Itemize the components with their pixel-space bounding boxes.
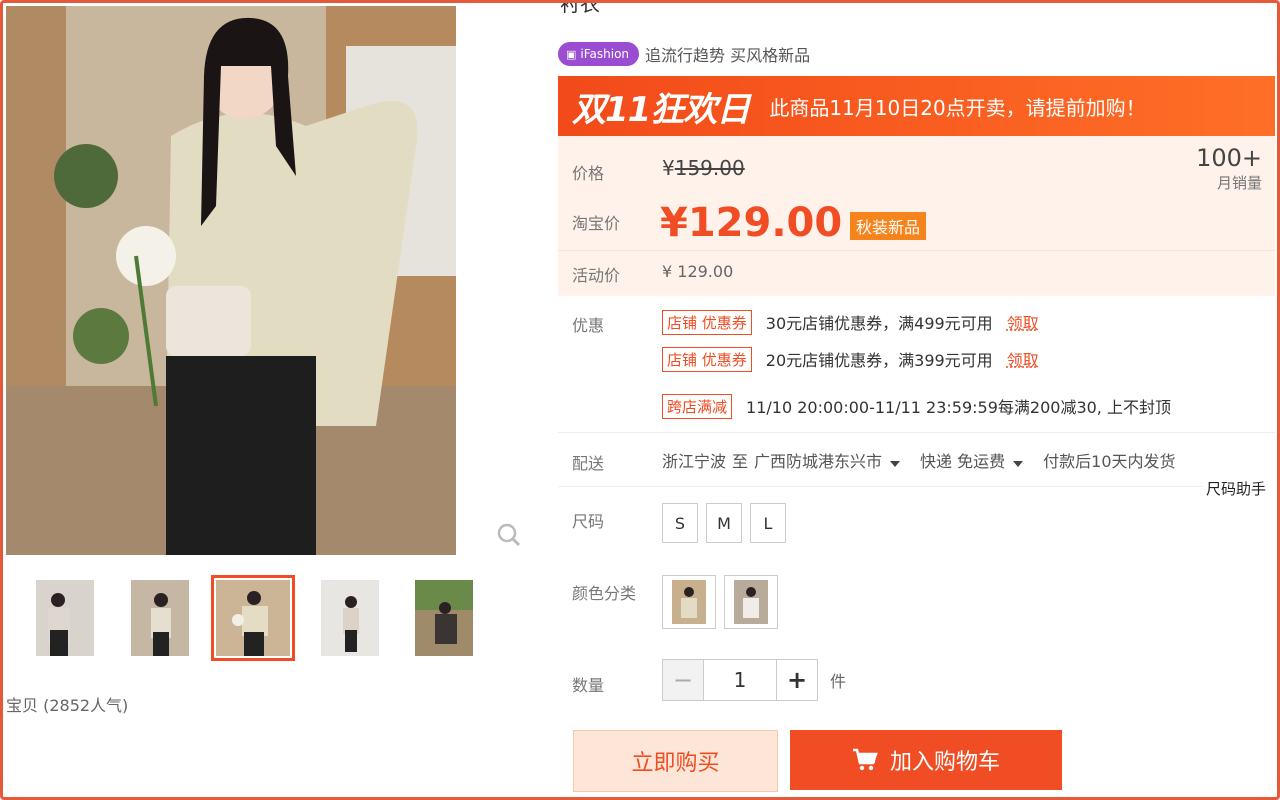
claim-coupon-link[interactable]: 领取: [1007, 347, 1039, 371]
zoom-icon[interactable]: [496, 522, 522, 548]
size-label: 尺码: [572, 512, 605, 531]
size-helper-link[interactable]: 尺码助手: [1206, 478, 1266, 499]
size-options: S M L: [662, 503, 786, 543]
product-title: 衬衣: [560, 0, 600, 16]
thumbnail-strip: [36, 575, 486, 661]
ship-to-word: 至: [732, 452, 749, 471]
thumbnail[interactable]: [131, 580, 189, 656]
promo-banner: 双11狂欢日 此商品11月10日20点开卖，请提前加购！: [558, 76, 1275, 136]
delivery-row: 浙江宁波 至 广西防城港东兴市 快递 免运费 付款后10天内发货: [662, 448, 1176, 472]
ship-to-value: 广西防城港东兴市: [754, 452, 883, 471]
ship-to-select[interactable]: 广西防城港东兴市: [754, 448, 914, 472]
add-to-cart-button[interactable]: 加入购物车: [790, 730, 1062, 790]
increase-quantity-button[interactable]: +: [776, 659, 818, 701]
shipping-method-select[interactable]: 快递 免运费: [920, 448, 1037, 472]
price-divider: [558, 250, 1275, 251]
brand-slogan: 追流行趋势 买风格新品: [645, 46, 811, 65]
monthly-sales: 100+ 月销量: [1196, 144, 1262, 193]
size-option-m[interactable]: M: [706, 503, 742, 543]
chevron-down-icon: [1013, 461, 1024, 467]
cart-icon: [852, 748, 878, 771]
quantity-stepper: − 1 + 件: [662, 659, 846, 701]
coupon-text: 20元店铺优惠券，满399元可用: [765, 351, 993, 370]
taobao-price-label: 淘宝价: [572, 214, 621, 233]
original-price-value: 159.00: [674, 156, 745, 180]
currency-symbol: ¥: [662, 156, 675, 180]
ifashion-badge[interactable]: ▣ iFashion: [558, 42, 640, 66]
divider: [558, 432, 1275, 433]
cross-store-text: 11/10 20:00:00-11/11 23:59:59每满200减30, 上…: [746, 398, 1171, 417]
taobao-price-value: 129.00: [687, 200, 843, 246]
ifashion-cat-icon: ▣: [566, 47, 577, 61]
chevron-down-icon: [890, 461, 901, 467]
add-to-cart-label: 加入购物车: [889, 750, 1000, 775]
coupon-row: 店铺 优惠券 20元店铺优惠券，满399元可用 领取: [662, 346, 1039, 372]
sales-label: 月销量: [1216, 174, 1262, 192]
brand-row: ▣ iFashion 追流行趋势 买风格新品: [558, 42, 810, 66]
size-option-l[interactable]: L: [750, 503, 786, 543]
main-product-image[interactable]: [6, 6, 456, 555]
coupon-text: 30元店铺优惠券，满499元可用: [765, 314, 993, 333]
ship-time: 付款后10天内发货: [1043, 452, 1176, 471]
thumbnail[interactable]: [415, 580, 473, 656]
price-label: 价格: [572, 164, 605, 183]
decrease-quantity-button[interactable]: −: [662, 659, 704, 701]
divider: [558, 486, 1203, 487]
coupon-tag: 店铺 优惠券: [662, 346, 752, 372]
currency-symbol: ¥: [660, 200, 688, 246]
coupon-row: 店铺 优惠券 30元店铺优惠券，满499元可用 领取: [662, 309, 1039, 335]
color-option-swatch[interactable]: [662, 575, 716, 629]
cross-store-row: 跨店满减 11/10 20:00:00-11/11 23:59:59每满200减…: [662, 393, 1171, 419]
ship-from: 浙江宁波: [662, 452, 727, 471]
coupon-tag: 店铺 优惠券: [662, 309, 752, 335]
size-option-s[interactable]: S: [662, 503, 698, 543]
taobao-price: ¥129.00: [660, 200, 842, 246]
claim-coupon-link[interactable]: 领取: [1007, 310, 1039, 334]
activity-price-label: 活动价: [572, 266, 621, 285]
color-options: [662, 575, 778, 629]
original-price: ¥159.00: [662, 156, 745, 180]
double11-logo: 双11狂欢日: [572, 89, 750, 130]
popularity-text: 宝贝 (2852人气): [6, 696, 129, 715]
ifashion-badge-label: iFashion: [580, 47, 630, 61]
buy-now-button[interactable]: 立即购买: [573, 730, 778, 792]
quantity-input[interactable]: 1: [704, 659, 776, 701]
thumbnail-selected[interactable]: [211, 575, 295, 661]
thumbnail[interactable]: [321, 580, 379, 656]
activity-price: ¥ 129.00: [662, 262, 734, 281]
sales-count: 100+: [1196, 144, 1262, 172]
presale-notice: 此商品11月10日20点开卖，请提前加购！: [769, 95, 1146, 120]
quantity-label: 数量: [572, 676, 605, 695]
shipping-method-value: 快递 免运费: [920, 452, 1006, 471]
cross-store-tag: 跨店满减: [662, 393, 733, 419]
delivery-label: 配送: [572, 454, 605, 473]
thumbnail[interactable]: [36, 580, 94, 656]
autumn-new-tag: 秋装新品: [850, 212, 927, 240]
color-option-swatch[interactable]: [724, 575, 778, 629]
quantity-unit: 件: [830, 672, 847, 691]
promo-label: 优惠: [572, 316, 605, 335]
color-label: 颜色分类: [572, 584, 637, 603]
